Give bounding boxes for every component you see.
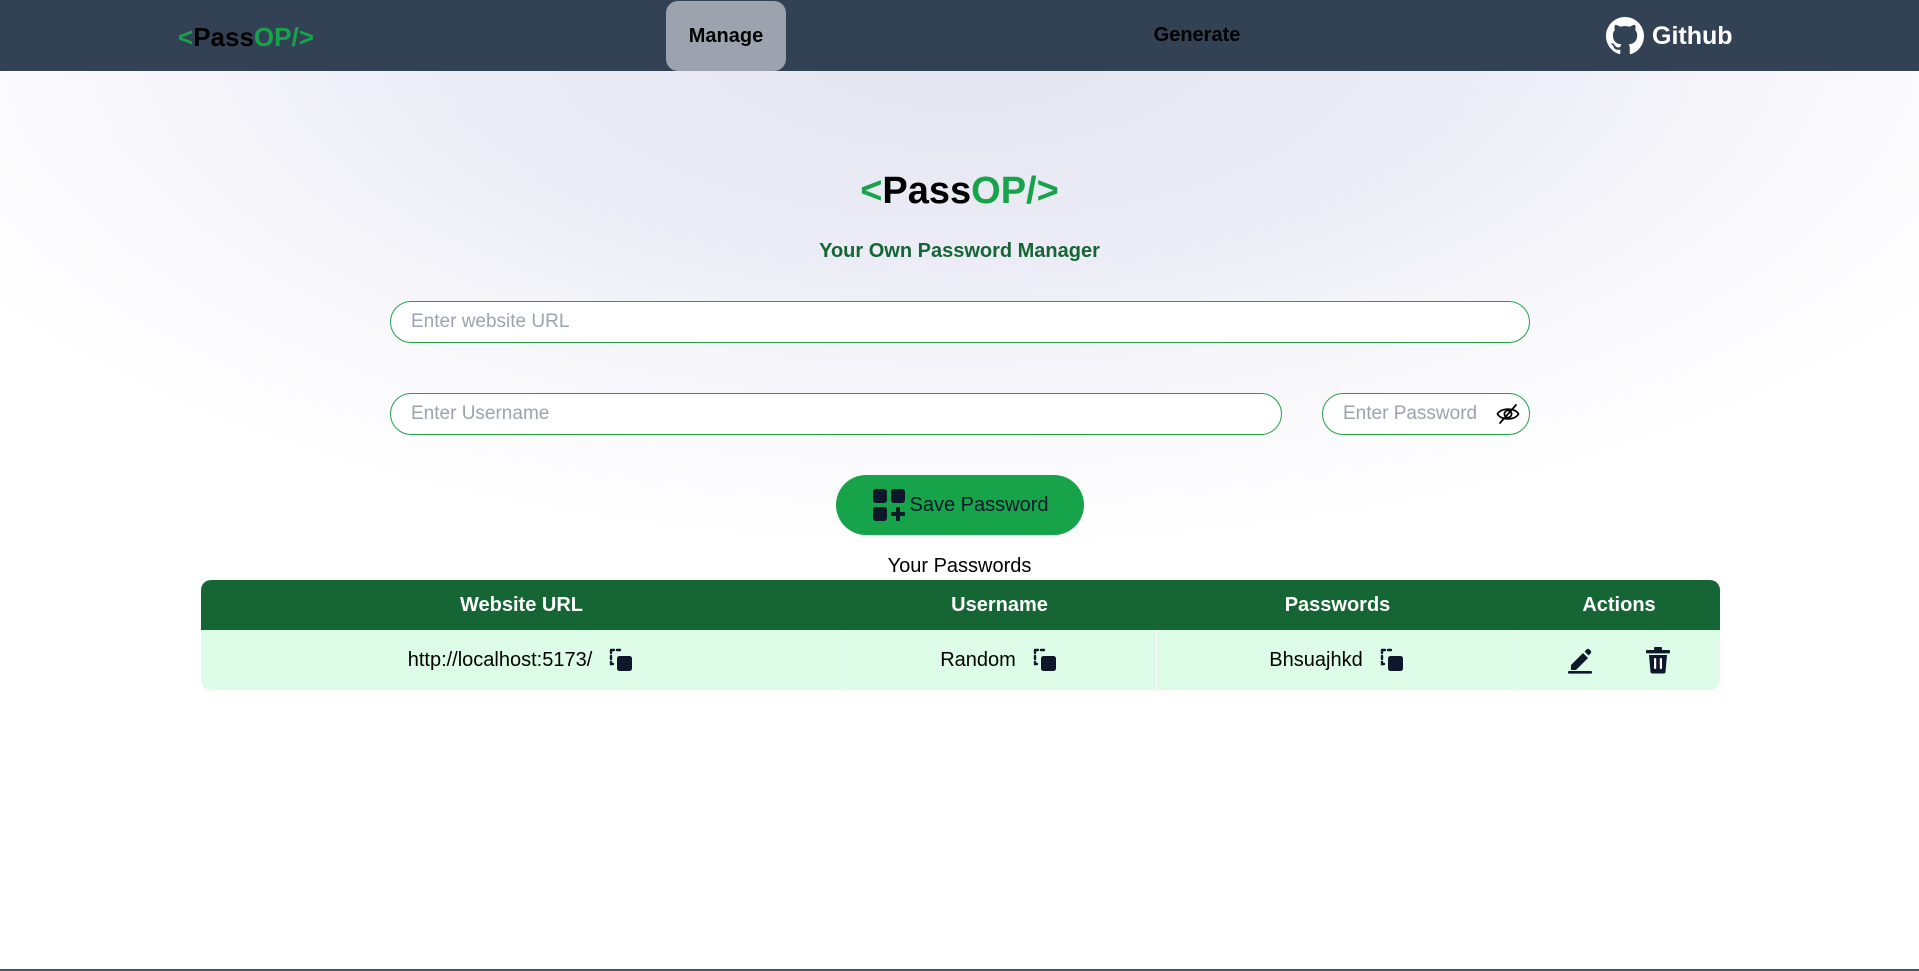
navbar: <PassOP/> Manage Generate Github [0, 0, 1919, 71]
password-text: Bhsuajhkd [1269, 648, 1363, 671]
logo-pass: Pass [882, 170, 972, 212]
brand-pass: Pass [193, 22, 254, 52]
brand-op: OP/ [253, 22, 299, 52]
brand-gt: > [298, 22, 314, 52]
header-website-url: Website URL [460, 593, 583, 616]
cell-username: Random [842, 630, 1157, 690]
passwords-section-title: Your Passwords [887, 555, 1032, 577]
nav-generate-button[interactable]: Generate [1140, 0, 1254, 71]
cell-actions [1518, 630, 1720, 690]
cell-password: Bhsuajhkd [1157, 630, 1518, 690]
site-url-text[interactable]: http://localhost:5173/ [408, 649, 593, 672]
save-password-label: Save Password [909, 493, 1049, 516]
table-header: Website URL Username Passwords Actions [201, 580, 1720, 630]
eye-slash-icon[interactable] [1496, 403, 1520, 425]
username-input[interactable] [390, 393, 1282, 435]
password-field-wrapper [1322, 393, 1530, 435]
save-password-button[interactable]: Save Password [836, 475, 1084, 535]
logo-lt: < [860, 170, 883, 212]
copy-icon[interactable] [1379, 647, 1405, 673]
nav-manage-button[interactable]: Manage [666, 1, 786, 71]
page-logo: <PassOP/> [0, 170, 1919, 213]
passwords-table: Website URL Username Passwords Actions h… [201, 580, 1720, 690]
copy-icon[interactable] [608, 647, 634, 673]
logo-op: OP/ [971, 170, 1037, 212]
brand-lt: < [178, 22, 194, 52]
trash-icon[interactable] [1643, 645, 1673, 675]
cell-website-url: http://localhost:5173/ [201, 630, 842, 690]
edit-icon[interactable] [1565, 645, 1595, 675]
header-passwords: Passwords [1284, 593, 1391, 616]
page-tagline: Your Own Password Manager [819, 240, 1100, 262]
username-text: Random [940, 648, 1016, 671]
header-actions: Actions [1582, 593, 1656, 616]
brand-logo[interactable]: <PassOP/> [178, 22, 314, 53]
table-row: http://localhost:5173/ Random Bhsuajhkd [201, 630, 1720, 690]
logo-gt: > [1036, 170, 1059, 212]
copy-icon[interactable] [1032, 647, 1058, 673]
website-url-input[interactable] [390, 301, 1530, 343]
add-grid-icon [872, 489, 905, 521]
github-icon [1606, 17, 1644, 55]
header-username: Username [951, 593, 1048, 616]
github-label: Github [1652, 21, 1733, 50]
github-link[interactable]: Github [1606, 16, 1733, 56]
